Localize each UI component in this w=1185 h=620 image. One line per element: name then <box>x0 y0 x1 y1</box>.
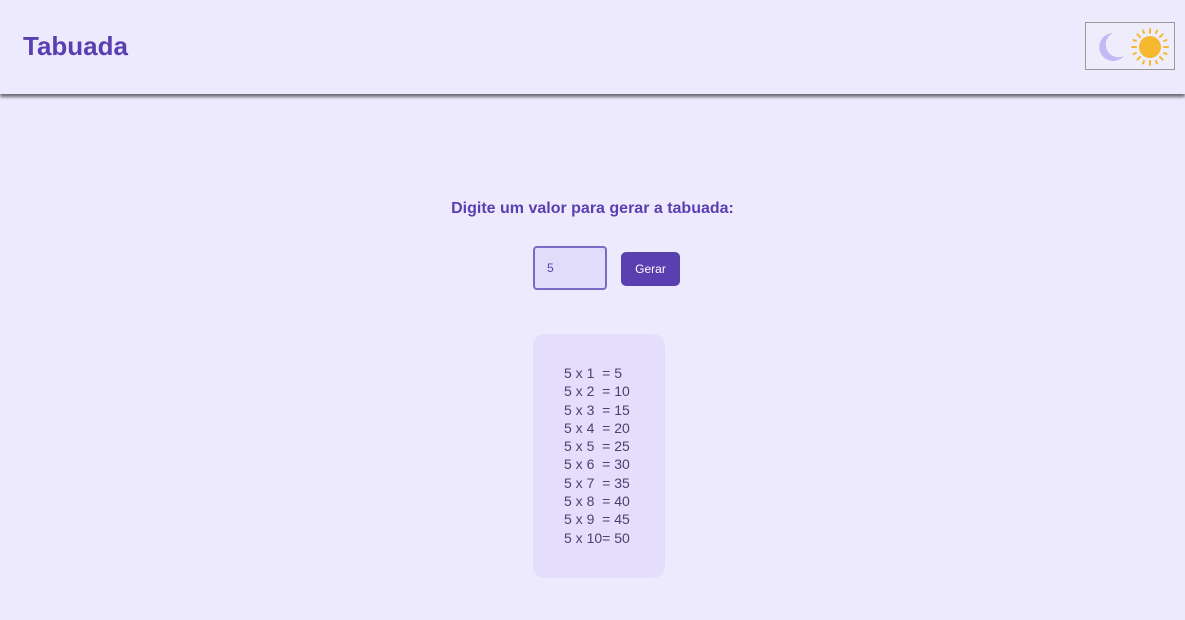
theme-toggle-button[interactable] <box>1085 22 1175 70</box>
result-row: 5 x 3 = 15 <box>564 401 630 418</box>
result-row: 5 x 5 = 25 <box>564 438 630 455</box>
result-row: 5 x 10= 50 <box>564 529 630 546</box>
result-list: 5 x 1 = 5 5 x 2 = 10 5 x 3 = 15 5 x 4 = … <box>564 364 630 547</box>
result-row: 5 x 6 = 30 <box>564 456 630 473</box>
multiplier-input[interactable] <box>533 246 607 290</box>
generate-button[interactable]: Gerar <box>621 252 680 286</box>
sun-icon <box>1131 28 1169 66</box>
moon-icon <box>1099 33 1124 61</box>
result-row: 5 x 2 = 10 <box>564 383 630 400</box>
app-header: Tabuada <box>0 0 1185 94</box>
result-row: 5 x 9 = 45 <box>564 511 630 528</box>
result-row: 5 x 7 = 35 <box>564 474 630 491</box>
input-prompt: Digite um valor para gerar a tabuada: <box>451 200 734 217</box>
result-row: 5 x 1 = 5 <box>564 365 622 381</box>
result-row: 5 x 8 = 40 <box>564 493 630 510</box>
result-row: 5 x 4 = 20 <box>564 419 630 436</box>
app-title: Tabuada <box>23 31 128 61</box>
result-panel: 5 x 1 = 5 5 x 2 = 10 5 x 3 = 15 5 x 4 = … <box>533 334 665 578</box>
